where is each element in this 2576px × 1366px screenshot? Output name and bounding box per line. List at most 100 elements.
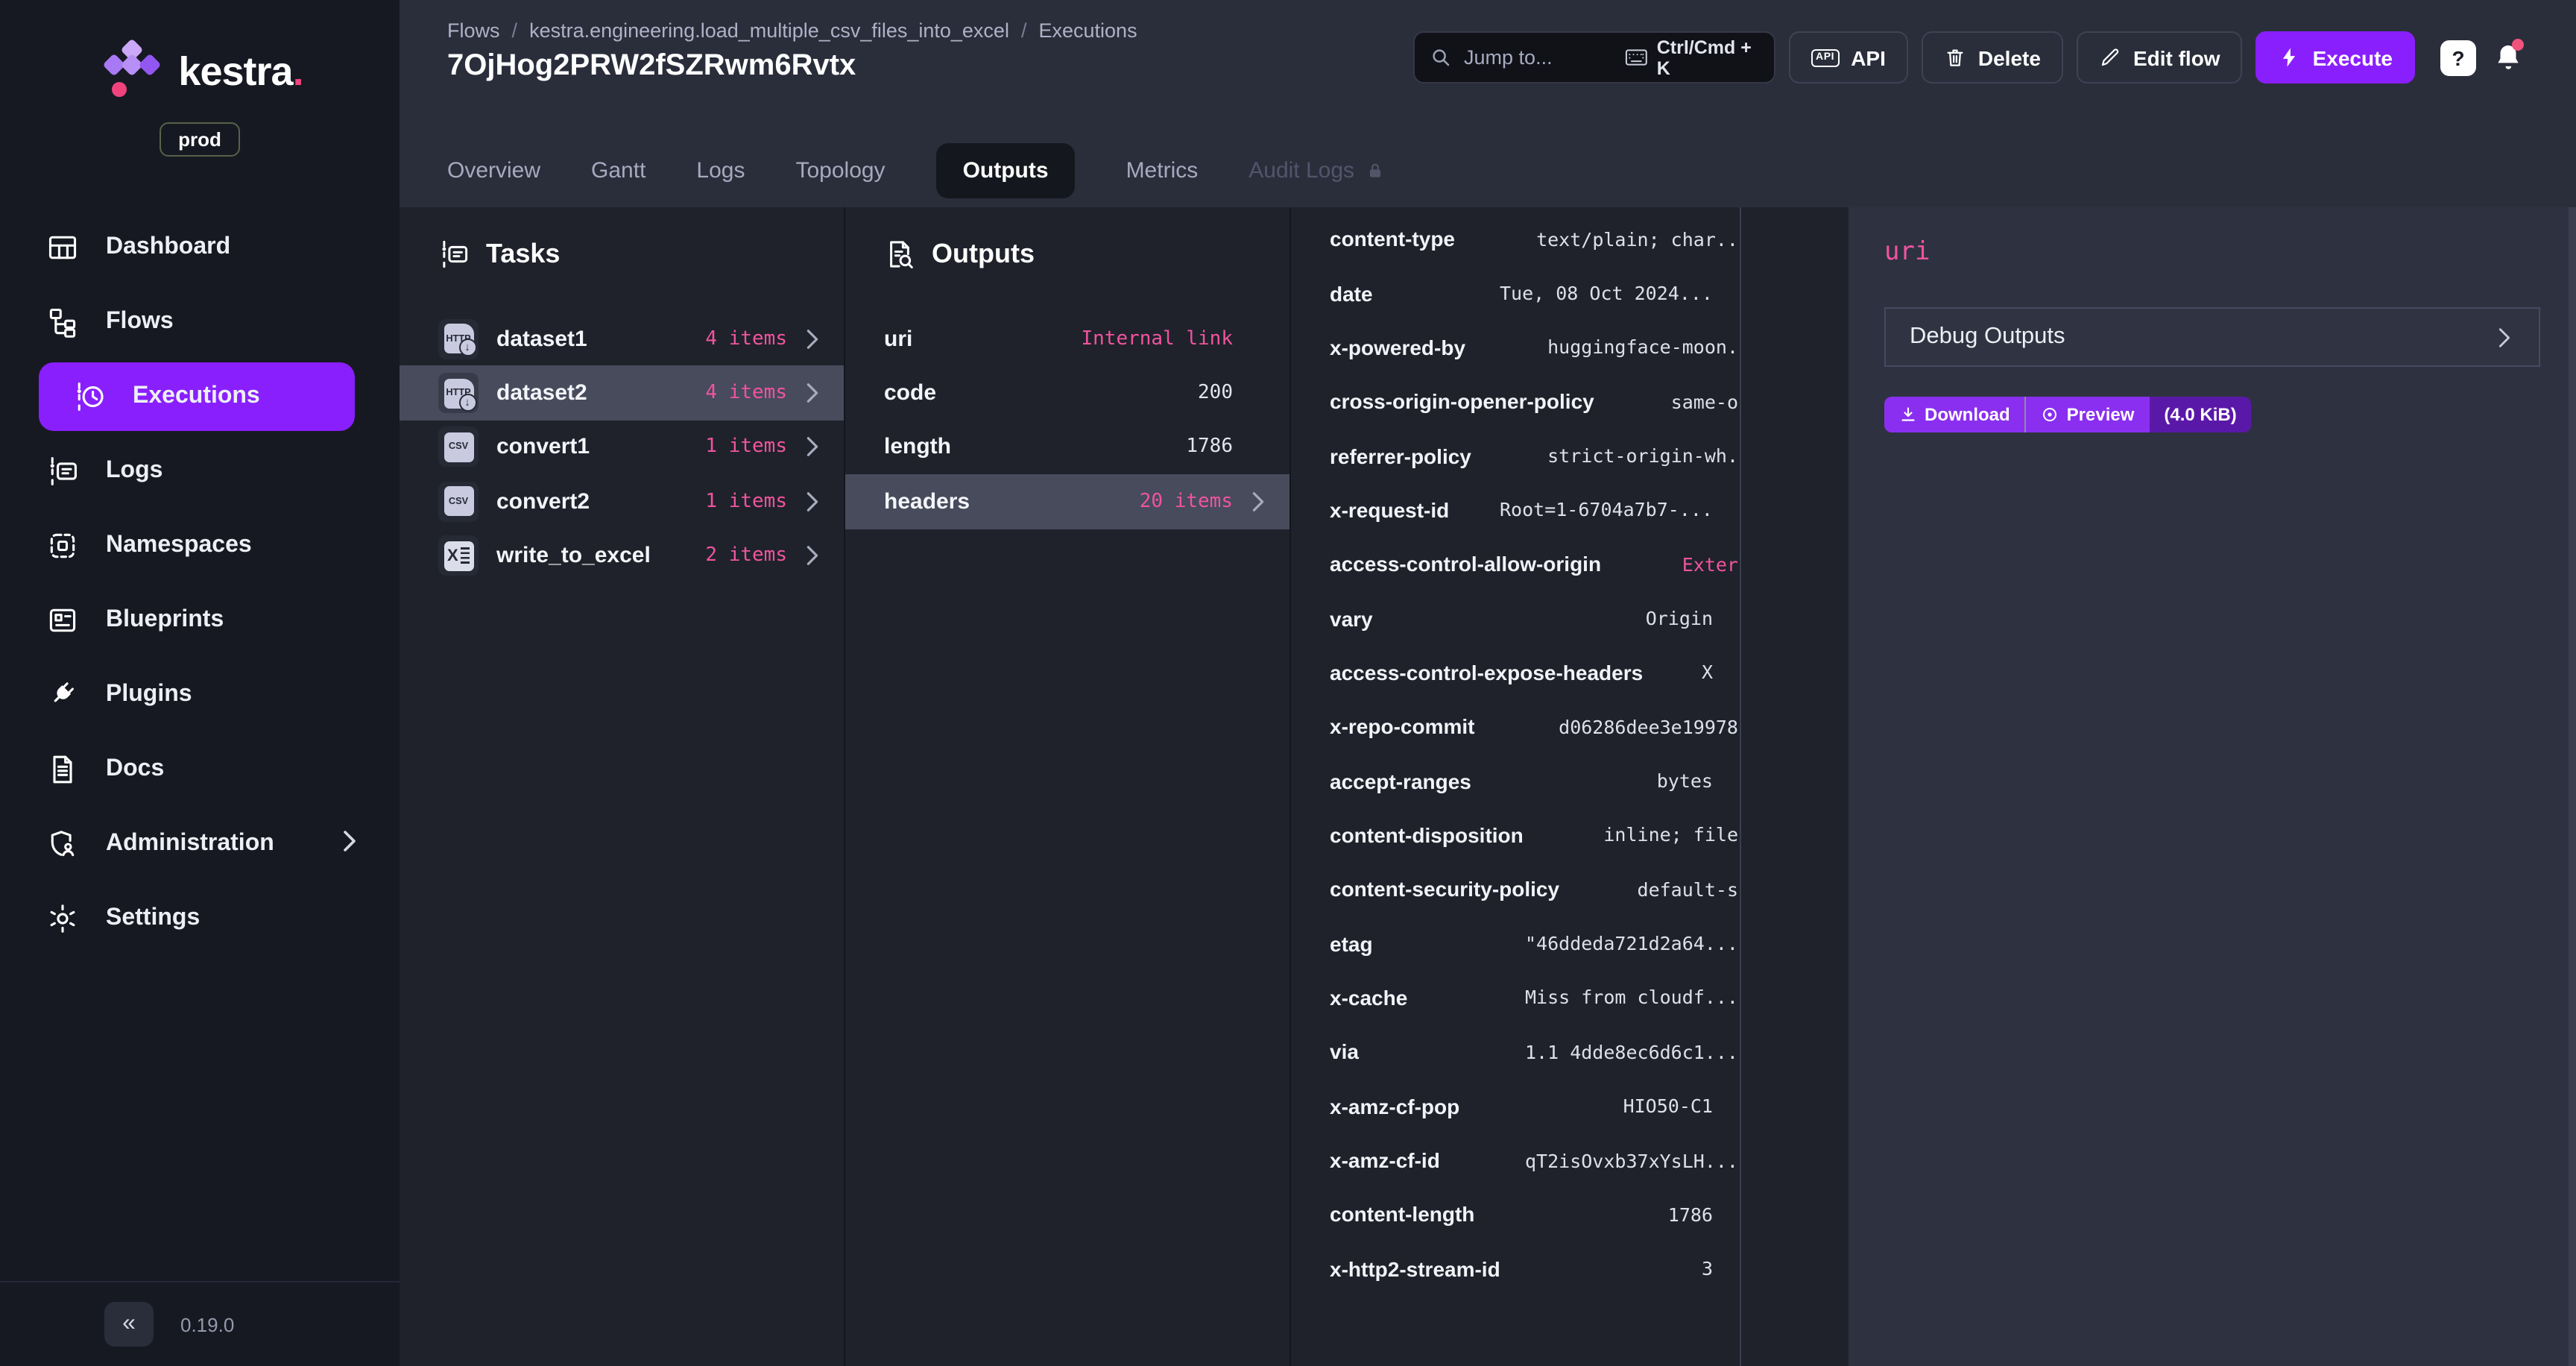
output-value: 1786 bbox=[1186, 436, 1233, 459]
header-key: referrer-policy bbox=[1330, 444, 1471, 468]
task-row-convert2[interactable]: CSV convert2 1 items bbox=[400, 474, 844, 529]
sidebar-item-label: Plugins bbox=[106, 682, 192, 708]
task-item-count: 1 items bbox=[705, 436, 787, 459]
excel-task-icon: X bbox=[438, 536, 479, 576]
notifications-button[interactable] bbox=[2490, 40, 2525, 75]
output-row-headers[interactable]: headers 20 items bbox=[845, 474, 1289, 529]
task-row-convert1[interactable]: CSV convert1 1 items bbox=[400, 421, 844, 475]
task-row-dataset2[interactable]: HTTP dataset2 4 items bbox=[400, 366, 844, 421]
header-key: accept-ranges bbox=[1330, 769, 1471, 793]
executions-icon bbox=[72, 379, 107, 415]
header-row-content-security-policy[interactable]: content-security-policy default-s bbox=[1291, 862, 1740, 916]
breadcrumb-flows[interactable]: Flows bbox=[447, 19, 500, 42]
header-row-x-cache[interactable]: x-cache Miss from cloudf... bbox=[1291, 971, 1740, 1025]
chevron-right-icon bbox=[1251, 491, 1269, 513]
header-row-etag[interactable]: etag "46ddeda721d2a64... bbox=[1291, 916, 1740, 971]
outputs-panel-header: Outputs bbox=[884, 234, 1289, 273]
task-name: convert1 bbox=[496, 435, 590, 460]
sidebar-item-flows[interactable]: Flows bbox=[0, 285, 400, 359]
chevron-right-icon bbox=[805, 491, 823, 513]
environment-badge: prod bbox=[159, 122, 241, 157]
header-row-content-type[interactable]: content-type text/plain; char.. bbox=[1291, 212, 1740, 266]
header-row-access-control-allow-origin[interactable]: access-control-allow-origin Exter bbox=[1291, 537, 1740, 591]
header-row-x-repo-commit[interactable]: x-repo-commit d06286dee3e19978 bbox=[1291, 699, 1740, 754]
execution-tabs: Overview Gantt Logs Topology Outputs Met… bbox=[447, 136, 1384, 204]
header-row-date[interactable]: date Tue, 08 Oct 2024... bbox=[1291, 266, 1740, 321]
execute-button[interactable]: Execute bbox=[2256, 31, 2415, 84]
header-value: d06286dee3e19978 bbox=[1559, 716, 1738, 738]
header-row-x-powered-by[interactable]: x-powered-by huggingface-moon. bbox=[1291, 320, 1740, 374]
download-icon bbox=[1899, 406, 1917, 424]
output-row-code[interactable]: code 200 bbox=[845, 366, 1289, 421]
chevron-right-icon bbox=[2497, 326, 2515, 348]
help-button[interactable]: ? bbox=[2440, 40, 2476, 75]
header-row-vary[interactable]: vary Origin bbox=[1291, 591, 1740, 646]
sidebar-item-blueprints[interactable]: Blueprints bbox=[0, 583, 400, 658]
sidebar-item-administration[interactable]: Administration bbox=[0, 807, 400, 881]
tab-overview[interactable]: Overview bbox=[447, 157, 540, 183]
outputs-icon bbox=[884, 238, 915, 269]
sidebar-collapse-button[interactable]: « bbox=[104, 1302, 154, 1347]
task-item-count: 2 items bbox=[705, 545, 787, 567]
header-row-x-http2-stream-id[interactable]: x-http2-stream-id 3 bbox=[1291, 1241, 1740, 1296]
api-button[interactable]: API API bbox=[1789, 31, 1908, 84]
sidebar-item-label: Dashboard bbox=[106, 234, 230, 261]
sidebar-item-settings[interactable]: Settings bbox=[0, 881, 400, 956]
header-row-via[interactable]: via 1.1 4dde8ec6d6c1... bbox=[1291, 1024, 1740, 1079]
download-button[interactable]: Download bbox=[1884, 397, 2025, 432]
chevron-right-icon bbox=[805, 436, 823, 459]
header-key: x-amz-cf-pop bbox=[1330, 1094, 1459, 1118]
header-row-accept-ranges[interactable]: accept-ranges bytes bbox=[1291, 754, 1740, 808]
header-value: inline; file bbox=[1603, 824, 1738, 846]
header-value: text/plain; char.. bbox=[1536, 227, 1738, 250]
header-row-x-request-id[interactable]: x-request-id Root=1-6704a7b7-... bbox=[1291, 482, 1740, 537]
header-row-content-disposition[interactable]: content-disposition inline; file bbox=[1291, 808, 1740, 863]
sidebar-item-namespaces[interactable]: Namespaces bbox=[0, 509, 400, 583]
tab-logs[interactable]: Logs bbox=[696, 157, 745, 183]
breadcrumb-namespace[interactable]: kestra.engineering.load_multiple_csv_fil… bbox=[529, 19, 1009, 42]
tab-metrics[interactable]: Metrics bbox=[1126, 157, 1199, 183]
outputs-panel-title: Outputs bbox=[932, 234, 1035, 273]
search-input[interactable] bbox=[1464, 46, 1613, 69]
kestra-logo[interactable]: kestra. bbox=[96, 39, 303, 104]
http-download-task-icon: HTTP bbox=[438, 318, 479, 359]
header-row-access-control-expose-headers[interactable]: access-control-expose-headers X bbox=[1291, 646, 1740, 700]
page-scrollbar[interactable] bbox=[2569, 207, 2576, 1366]
task-name: convert2 bbox=[496, 489, 590, 514]
preview-button[interactable]: Preview bbox=[2027, 397, 2150, 432]
sidebar-item-label: Executions bbox=[133, 383, 260, 410]
task-row-write-to-excel[interactable]: X write_to_excel 2 items bbox=[400, 529, 844, 583]
sidebar-item-docs[interactable]: Docs bbox=[0, 732, 400, 807]
jump-to-search[interactable]: Ctrl/Cmd + K bbox=[1413, 31, 1775, 84]
http-download-task-icon: HTTP bbox=[438, 373, 479, 413]
delete-button[interactable]: Delete bbox=[1922, 31, 2063, 84]
header-value: bytes bbox=[1657, 769, 1713, 792]
output-key: uri bbox=[884, 326, 912, 351]
header-row-referrer-policy[interactable]: referrer-policy strict-origin-wh. bbox=[1291, 429, 1740, 483]
sidebar-item-plugins[interactable]: Plugins bbox=[0, 658, 400, 732]
logo-dot: . bbox=[293, 48, 303, 93]
task-row-dataset1[interactable]: HTTP dataset1 4 items bbox=[400, 312, 844, 366]
output-key: length bbox=[884, 435, 951, 460]
header-key: via bbox=[1330, 1040, 1359, 1064]
output-row-uri[interactable]: uri Internal link bbox=[845, 312, 1289, 366]
header-row-x-amz-cf-pop[interactable]: x-amz-cf-pop HIO50-C1 bbox=[1291, 1079, 1740, 1133]
sidebar-item-dashboard[interactable]: Dashboard bbox=[0, 210, 400, 285]
header-row-content-length[interactable]: content-length 1786 bbox=[1291, 1187, 1740, 1241]
breadcrumb-executions[interactable]: Executions bbox=[1039, 19, 1137, 42]
output-row-length[interactable]: length 1786 bbox=[845, 421, 1289, 475]
csv-task-icon: CSV bbox=[438, 427, 479, 468]
header-key: x-amz-cf-id bbox=[1330, 1148, 1440, 1172]
debug-outputs-expander[interactable]: Debug Outputs bbox=[1884, 307, 2540, 367]
header-row-cross-origin-opener-policy[interactable]: cross-origin-opener-policy same-o bbox=[1291, 374, 1740, 429]
blueprints-icon bbox=[45, 602, 80, 638]
headers-detail-panel: content-type text/plain; char.. date Tue… bbox=[1291, 207, 1741, 1366]
header-row-x-amz-cf-id[interactable]: x-amz-cf-id qT2isOvxb37xYsLH... bbox=[1291, 1133, 1740, 1188]
tab-gantt[interactable]: Gantt bbox=[591, 157, 645, 183]
edit-flow-button[interactable]: Edit flow bbox=[2077, 31, 2243, 84]
output-key: code bbox=[884, 380, 936, 406]
tab-topology[interactable]: Topology bbox=[795, 157, 885, 183]
sidebar-item-executions[interactable]: Executions bbox=[39, 362, 355, 431]
sidebar-item-logs[interactable]: Logs bbox=[0, 434, 400, 509]
tab-outputs[interactable]: Outputs bbox=[936, 142, 1076, 198]
